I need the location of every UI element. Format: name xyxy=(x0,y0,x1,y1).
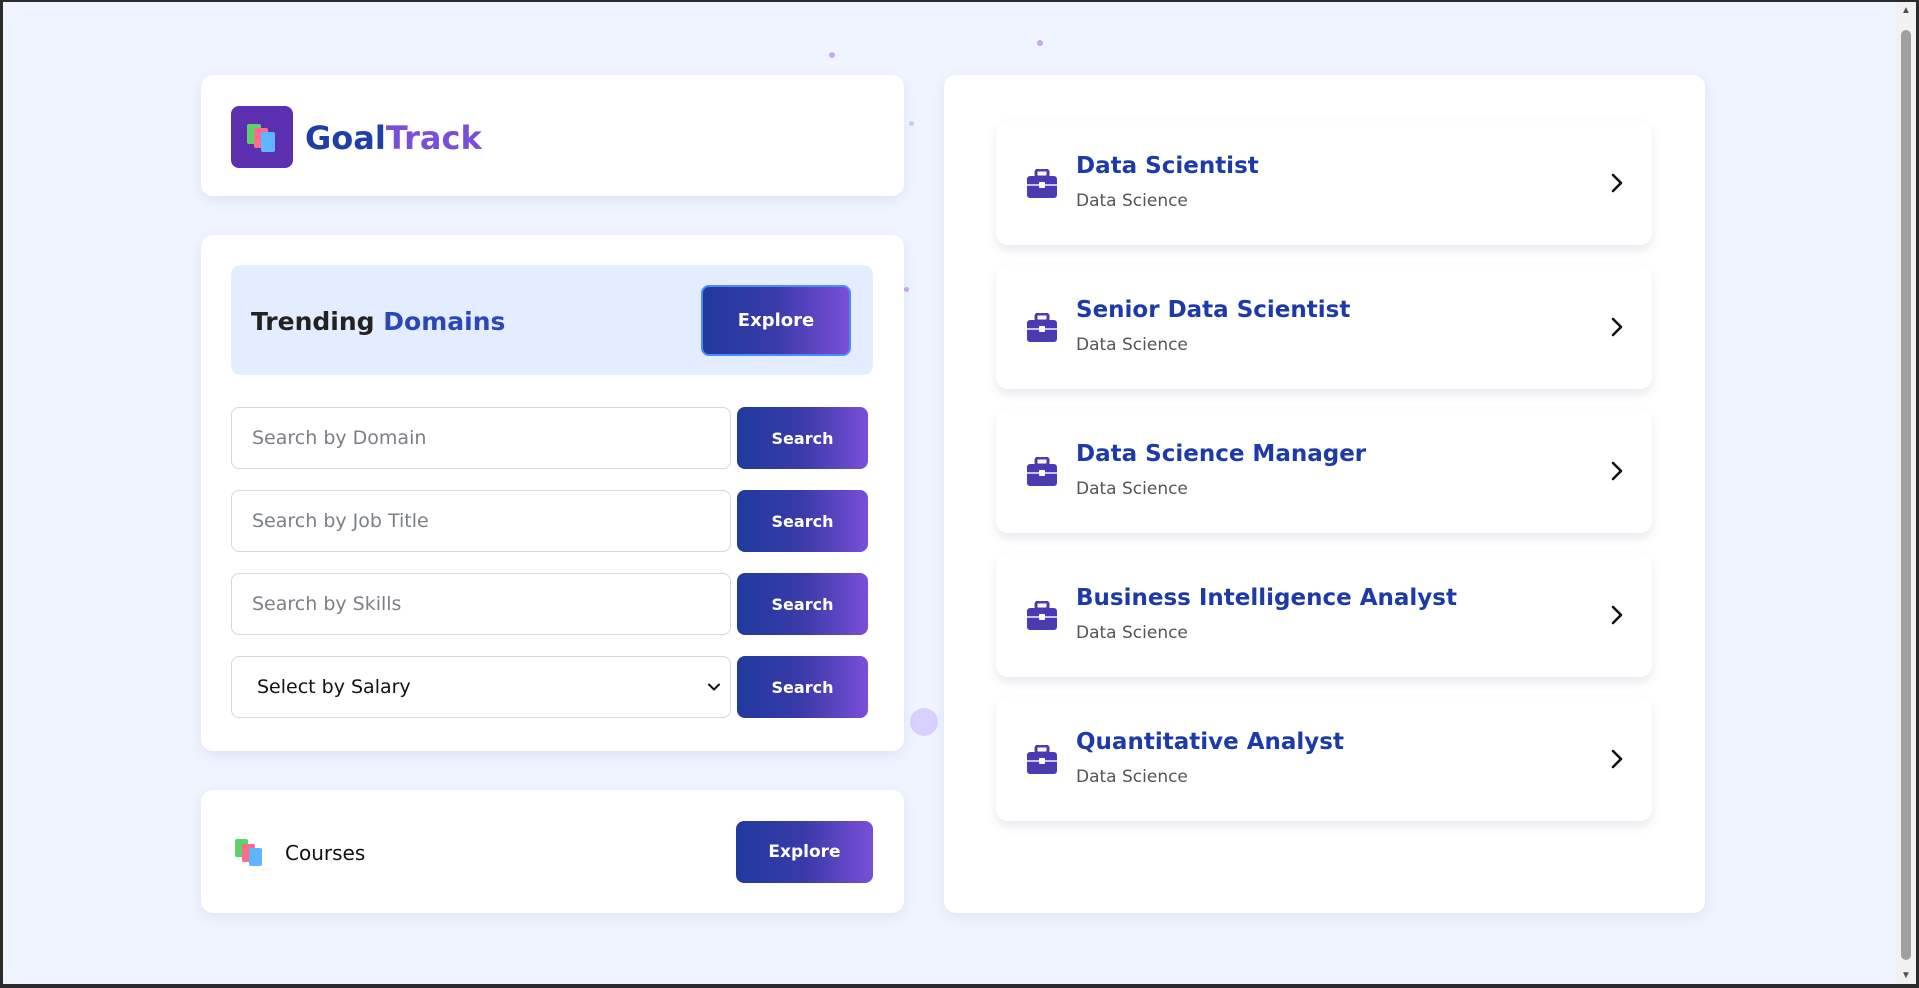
search-card: Trending Domains Explore Search Search S… xyxy=(201,235,904,751)
scroll-down-arrow-icon[interactable]: ▼ xyxy=(1896,967,1916,984)
skills-search-input[interactable] xyxy=(231,573,731,635)
briefcase-icon xyxy=(1027,169,1057,198)
job-title-search-row: Search xyxy=(231,490,873,552)
briefcase-icon xyxy=(1027,457,1057,486)
brand-name-part2: Track xyxy=(385,119,482,157)
chevron-down-icon xyxy=(708,683,720,691)
job-domain: Data Science xyxy=(1076,623,1188,643)
logo[interactable] xyxy=(231,106,293,168)
courses-explore-button[interactable]: Explore xyxy=(736,821,873,883)
job-domain: Data Science xyxy=(1076,335,1188,355)
job-card[interactable]: Data Science Manager Data Science xyxy=(996,409,1652,533)
decorative-dot xyxy=(909,121,914,126)
salary-search-row: Select by Salary Search xyxy=(231,656,873,718)
briefcase-icon xyxy=(1027,601,1057,630)
job-title: Data Science Manager xyxy=(1076,441,1367,467)
chevron-right-icon[interactable] xyxy=(1606,315,1628,339)
brand-name-part1: Goal xyxy=(305,119,386,157)
job-title: Business Intelligence Analyst xyxy=(1076,585,1457,611)
trending-title-part2: Domains xyxy=(383,307,506,336)
salary-select[interactable]: Select by Salary xyxy=(231,656,731,718)
scrollbar-thumb[interactable] xyxy=(1901,30,1911,960)
books-icon xyxy=(245,122,279,152)
domain-search-button[interactable]: Search xyxy=(737,407,868,469)
courses-card: Courses Explore xyxy=(201,790,904,913)
page-scrollbar[interactable]: ▲ ▼ xyxy=(1896,2,1916,984)
job-domain: Data Science xyxy=(1076,767,1188,787)
job-card[interactable]: Data Scientist Data Science xyxy=(996,121,1652,245)
app-window: GoalTrack Trending Domains Explore Searc… xyxy=(3,2,1896,984)
job-domain: Data Science xyxy=(1076,191,1188,211)
courses-label: Courses xyxy=(285,841,366,865)
salary-search-button[interactable]: Search xyxy=(737,656,868,718)
trending-title-part1: Trending xyxy=(251,307,375,336)
briefcase-icon xyxy=(1027,313,1057,342)
jobs-panel: Data Scientist Data Science Senior Data … xyxy=(944,75,1705,913)
logo-card: GoalTrack xyxy=(201,75,904,196)
trending-domains-banner: Trending Domains Explore xyxy=(231,265,873,375)
trending-title: Trending Domains xyxy=(251,307,505,336)
job-title: Data Scientist xyxy=(1076,153,1259,179)
brand-name[interactable]: GoalTrack xyxy=(305,119,482,157)
job-title: Senior Data Scientist xyxy=(1076,297,1351,323)
decorative-dot xyxy=(910,708,938,736)
decorative-dot xyxy=(904,287,909,292)
domain-search-input[interactable] xyxy=(231,407,731,469)
salary-select-value: Select by Salary xyxy=(257,676,411,698)
skills-search-row: Search xyxy=(231,573,873,635)
chevron-right-icon[interactable] xyxy=(1606,747,1628,771)
job-title-search-input[interactable] xyxy=(231,490,731,552)
job-card[interactable]: Quantitative Analyst Data Science xyxy=(996,697,1652,821)
trending-explore-button[interactable]: Explore xyxy=(701,285,851,356)
job-title-search-button[interactable]: Search xyxy=(737,490,868,552)
job-domain: Data Science xyxy=(1076,479,1188,499)
chevron-right-icon[interactable] xyxy=(1606,603,1628,627)
decorative-dot xyxy=(829,52,835,58)
domain-search-row: Search xyxy=(231,407,873,469)
job-card[interactable]: Business Intelligence Analyst Data Scien… xyxy=(996,553,1652,677)
job-title: Quantitative Analyst xyxy=(1076,729,1344,755)
scroll-up-arrow-icon[interactable]: ▲ xyxy=(1896,2,1916,19)
books-icon xyxy=(235,839,265,867)
job-card[interactable]: Senior Data Scientist Data Science xyxy=(996,265,1652,389)
decorative-dot xyxy=(1037,40,1043,46)
chevron-right-icon[interactable] xyxy=(1606,171,1628,195)
briefcase-icon xyxy=(1027,745,1057,774)
chevron-right-icon[interactable] xyxy=(1606,459,1628,483)
skills-search-button[interactable]: Search xyxy=(737,573,868,635)
